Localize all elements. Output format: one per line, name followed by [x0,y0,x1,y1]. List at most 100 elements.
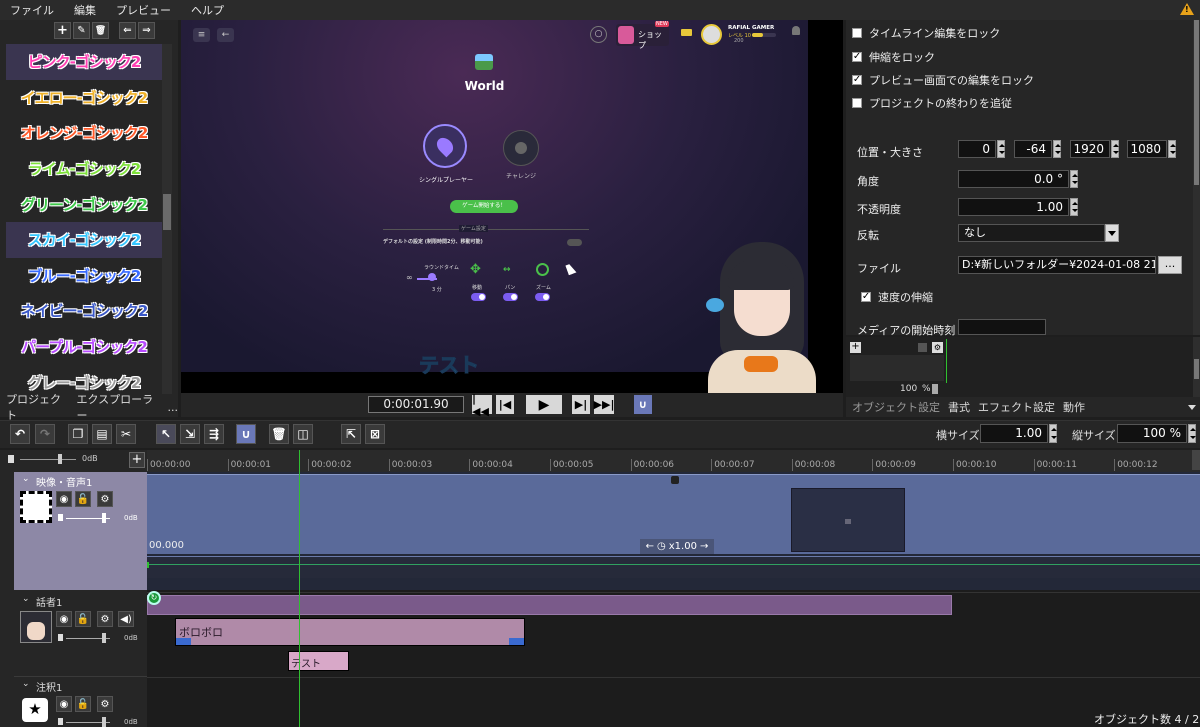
master-volume-knob[interactable] [58,454,62,464]
export-clip-icon[interactable]: ⇱ [341,424,361,444]
tab-format[interactable]: 書式 [948,399,970,415]
tab-effect-settings[interactable]: エフェクト設定 [978,399,1055,415]
tab-more[interactable]: ... [168,401,179,414]
preset-item[interactable]: ピンク-ゴシック2 [6,44,162,80]
tab-motion[interactable]: 動作 [1063,399,1085,415]
properties-scroll-thumb[interactable] [1194,20,1199,185]
visibility-eye-icon[interactable]: ◉ [56,696,72,712]
track-volume-knob[interactable] [102,633,106,643]
play-icon[interactable]: ▶ [526,395,562,414]
speed-stretch-box[interactable]: ✓ [861,292,871,302]
boroboro-clip[interactable]: ボロボロ [175,618,525,646]
menu-preview[interactable]: プレビュー [106,2,181,18]
timecode-display[interactable]: 0:00:01.90 [368,396,464,413]
preset-scrollbar[interactable] [162,44,172,394]
track-volume-knob[interactable] [102,717,106,727]
skip-to-start-icon[interactable]: |◀◀ [472,392,492,418]
menu-help[interactable]: ヘルプ [181,2,234,18]
v-size-field[interactable]: 100 % [1117,424,1187,443]
track-settings-icon[interactable]: ⚙ [97,611,113,627]
ruler-scrollbar[interactable] [1192,450,1200,470]
tabs-overflow-icon[interactable] [1188,404,1196,410]
tab-explorer[interactable]: エクスプローラー [76,391,159,423]
track-volume-icon[interactable] [58,634,63,641]
lock-preview-edit-checkbox[interactable]: ✓ プレビュー画面での編集をロック [852,72,1034,88]
preset-scroll-thumb[interactable] [163,194,171,230]
preset-item[interactable]: ライム-ゴシック2 [6,151,162,187]
split-icon[interactable]: ◫ [293,424,313,444]
arrow-right-icon[interactable]: ⇒ [138,22,155,39]
boroboro-handle-right[interactable] [509,638,524,645]
redo-icon[interactable]: ↷ [35,424,55,444]
paste-icon[interactable]: ▤ [92,424,112,444]
collapse-chevron-icon[interactable]: ⌄ [22,594,30,604]
opacity-spin[interactable] [1070,198,1078,216]
playhead[interactable] [299,450,300,727]
ripple-select-icon[interactable]: ⇶ [204,424,224,444]
lock-timeline-checkbox[interactable]: タイムライン編集をロック [852,25,1000,41]
visibility-eye-icon[interactable]: ◉ [56,491,72,507]
media-start-field[interactable] [958,319,1046,335]
preset-item[interactable]: ブルー-ゴシック2 [6,258,162,294]
collapse-chevron-icon[interactable]: ⌄ [22,474,30,484]
mini-settings-icon[interactable]: ⚙ [932,342,943,353]
track-volume-icon[interactable] [58,718,63,725]
close-gap-icon[interactable]: ⊠ [365,424,385,444]
lock-icon[interactable]: 🔓 [75,491,91,507]
browse-file-button[interactable]: ... [1158,256,1182,274]
select-arrow-icon[interactable]: ↖ [156,424,176,444]
collapse-chevron-icon[interactable]: ⌄ [22,679,30,689]
preview-canvas[interactable]: ≡ ← ○ ショップ NEW RAFIAL GAMER レベル 10 200 W… [181,20,843,393]
sync-icon[interactable]: ↻ [147,591,161,605]
file-path-field[interactable]: D:¥新しいフォルダー¥2024-01-08 21-2 [958,256,1156,274]
angle-field[interactable]: 0.0 ° [958,170,1069,188]
h-size-spin[interactable] [1049,424,1057,443]
track-settings-icon[interactable]: ⚙ [97,696,113,712]
timeline-ruler[interactable]: 00:00:00 00:00:01 00:00:02 00:00:03 00:00:04… [147,450,1200,472]
follow-project-end-box[interactable] [852,98,862,108]
pos-y-field[interactable]: -64 [1014,140,1052,158]
follow-project-end-checkbox[interactable]: プロジェクトの終わりを追従 [852,95,1012,111]
mini-scrollbar[interactable] [1193,337,1200,397]
preset-item[interactable]: イエロー-ゴシック2 [6,80,162,116]
skip-to-end-icon[interactable]: ▶▶| [594,395,614,414]
step-back-icon[interactable]: |◀ [496,395,514,414]
lock-icon[interactable]: 🔓 [75,611,91,627]
preset-item[interactable]: パープル-ゴシック2 [6,329,162,365]
speed-control[interactable]: ← ◷ x1.00 → [640,539,714,554]
track-volume-icon[interactable] [58,514,63,521]
mini-add-icon[interactable]: + [850,342,861,353]
master-volume-slider[interactable] [20,459,76,460]
properties-scrollbar[interactable] [1193,20,1200,335]
add-track-icon[interactable]: + [129,452,145,468]
lock-stretch-checkbox[interactable]: ✓ 伸縮をロック [852,49,935,65]
speed-stretch-checkbox[interactable]: ✓ 速度の伸縮 [861,289,933,305]
pos-x-field[interactable]: 0 [958,140,996,158]
delete-icon[interactable]: 🗑 [269,424,289,444]
master-mute-icon[interactable] [8,455,14,463]
pos-x-spin[interactable] [997,140,1005,158]
lock-timeline-box[interactable] [852,28,862,38]
arrow-left-icon[interactable]: ⇐ [119,22,136,39]
angle-spin[interactable] [1070,170,1078,188]
range-select-icon[interactable]: ⇲ [180,424,200,444]
pos-y-spin[interactable] [1053,140,1061,158]
mini-zoom-spin[interactable] [932,384,938,394]
tab-project[interactable]: プロジェクト [6,391,68,423]
undo-icon[interactable]: ↶ [10,424,30,444]
opacity-field[interactable]: 1.00 [958,198,1069,216]
width-field[interactable]: 1920 [1070,140,1110,158]
width-spin[interactable] [1111,140,1119,158]
add-preset-icon[interactable]: + [54,22,71,39]
v-size-spin[interactable] [1188,424,1196,443]
test-clip[interactable]: テスト [288,651,349,671]
height-field[interactable]: 1080 [1127,140,1167,158]
voice-icon[interactable]: ◀) [118,611,134,627]
timeline-lanes[interactable]: 00.000 ← ◷ x1.00 → ↻ ボロボロ テスト [147,450,1200,727]
track-name-video[interactable]: 映像・音声1 [36,474,92,489]
height-spin[interactable] [1168,140,1176,158]
flip-dropdown-icon[interactable] [1105,224,1119,242]
magnet-snap-icon[interactable]: ∪ [634,395,652,414]
lock-preview-edit-box[interactable]: ✓ [852,75,862,85]
track-name-speaker[interactable]: 話者1 [36,594,62,609]
